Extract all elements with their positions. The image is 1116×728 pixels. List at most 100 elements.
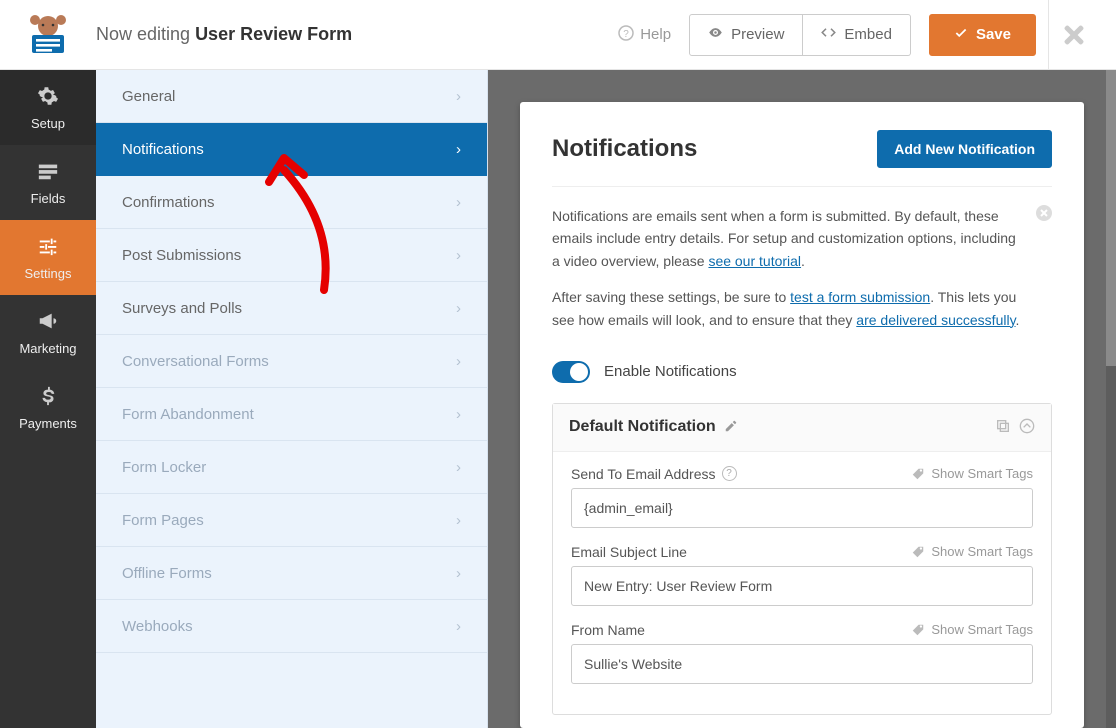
subject-label-row: Email Subject Line Show Smart Tags — [571, 544, 1033, 560]
settings-item-notifications[interactable]: Notifications› — [96, 123, 487, 176]
close-icon — [1063, 24, 1085, 46]
settings-item-label: Conversational Forms — [122, 353, 269, 370]
tutorial-link[interactable]: see our tutorial — [708, 253, 801, 269]
notification-card-header: Default Notification — [553, 404, 1051, 452]
settings-item-label: Form Locker — [122, 459, 206, 476]
settings-item-post_submissions[interactable]: Post Submissions › — [96, 229, 487, 282]
from-name-field: From Name Show Smart Tags — [571, 622, 1033, 684]
panel-title: Notifications — [552, 135, 697, 163]
settings-item-surveys_polls[interactable]: Surveys and Polls › — [96, 282, 487, 335]
preview-embed-group: Preview Embed — [689, 14, 911, 56]
settings-item-label: General — [122, 88, 175, 105]
left-rail: Setup Fields Settings Marketing Payments — [0, 70, 96, 728]
save-button[interactable]: Save — [929, 14, 1036, 56]
settings-item-abandonment[interactable]: Form Abandonment › — [96, 388, 487, 441]
form-title: User Review Form — [195, 24, 352, 44]
canvas-scrollbar[interactable] — [1106, 70, 1116, 728]
top-bar: Now editing User Review Form ? Help Prev… — [0, 0, 1116, 70]
chevron-right-icon: › — [456, 247, 461, 264]
enable-notifications-toggle[interactable] — [552, 361, 590, 383]
chevron-right-icon: › — [456, 406, 461, 423]
smart-tags-subject[interactable]: Show Smart Tags — [911, 544, 1033, 559]
from-name-input[interactable] — [571, 644, 1033, 684]
test-submission-link[interactable]: test a form submission — [790, 289, 930, 305]
send-to-input[interactable] — [571, 488, 1033, 528]
dismiss-description-button[interactable] — [1036, 205, 1052, 227]
close-icon — [1036, 205, 1052, 221]
settings-item-label: Post Submissions — [122, 247, 241, 264]
smart-tags-from-name[interactable]: Show Smart Tags — [911, 622, 1033, 637]
subject-field: Email Subject Line Show Smart Tags — [571, 544, 1033, 606]
settings-item-label: Form Pages — [122, 512, 204, 529]
settings-item-label: Notifications — [122, 141, 204, 158]
rail-settings[interactable]: Settings — [0, 220, 96, 295]
add-new-notification-button[interactable]: Add New Notification — [877, 130, 1052, 168]
help-icon: ? — [618, 25, 634, 45]
rail-settings-label: Settings — [25, 266, 72, 281]
tag-icon — [911, 467, 925, 481]
settings-item-offline[interactable]: Offline Forms› — [96, 547, 487, 600]
close-builder-button[interactable] — [1048, 0, 1098, 70]
tag-icon — [911, 623, 925, 637]
scrollbar-thumb[interactable] — [1106, 70, 1116, 366]
notifications-panel: Notifications Add New Notification Notif… — [520, 102, 1084, 728]
chevron-right-icon: › — [456, 512, 461, 529]
rail-marketing-label: Marketing — [19, 341, 76, 356]
svg-text:?: ? — [623, 29, 629, 40]
chevron-right-icon: › — [456, 565, 461, 582]
settings-submenu: General›Notifications›Confirmations›Post… — [96, 70, 488, 728]
settings-item-confirmations[interactable]: Confirmations› — [96, 176, 487, 229]
code-icon — [821, 25, 836, 44]
eye-icon — [708, 25, 723, 44]
smart-tags-send-to[interactable]: Show Smart Tags — [911, 466, 1033, 481]
help-tooltip-icon[interactable]: ? — [722, 466, 737, 481]
tag-icon — [911, 545, 925, 559]
rail-setup[interactable]: Setup — [0, 70, 96, 145]
panel-description: Notifications are emails sent when a for… — [552, 187, 1052, 349]
settings-item-pages[interactable]: Form Pages › — [96, 494, 487, 547]
help-link[interactable]: ? Help — [618, 25, 671, 45]
clone-notification-button[interactable] — [995, 418, 1011, 437]
rail-payments[interactable]: Payments — [0, 370, 96, 445]
settings-item-label: Webhooks — [122, 618, 193, 635]
form-name: Now editing User Review Form — [96, 24, 618, 45]
collapse-notification-button[interactable] — [1019, 418, 1035, 437]
chevron-right-icon: › — [456, 88, 461, 105]
enable-notifications-label: Enable Notifications — [604, 363, 737, 380]
builder-body: Setup Fields Settings Marketing Payments… — [0, 70, 1116, 728]
chevron-right-icon: › — [456, 194, 461, 211]
subject-input[interactable] — [571, 566, 1033, 606]
send-to-label: Send To Email Address ? — [571, 466, 737, 482]
editing-prefix: Now editing — [96, 24, 195, 44]
preview-button[interactable]: Preview — [689, 14, 803, 56]
settings-item-label: Surveys and Polls — [122, 300, 242, 317]
from-name-label: From Name — [571, 622, 645, 638]
rail-fields-label: Fields — [31, 191, 66, 206]
embed-button[interactable]: Embed — [803, 14, 911, 56]
preview-canvas: Notifications Add New Notification Notif… — [488, 70, 1116, 728]
chevron-right-icon: › — [456, 300, 461, 317]
rail-setup-label: Setup — [31, 116, 65, 131]
edit-title-button[interactable] — [716, 419, 738, 436]
dollar-icon — [37, 385, 59, 410]
rail-fields[interactable]: Fields — [0, 145, 96, 220]
desc-after: After saving these settings, be sure to — [552, 289, 790, 305]
delivered-link[interactable]: are delivered successfully — [856, 312, 1015, 328]
chevron-right-icon: › — [456, 353, 461, 370]
rail-payments-label: Payments — [19, 416, 77, 431]
settings-item-webhooks[interactable]: Webhooks › — [96, 600, 487, 653]
send-to-field: Send To Email Address ? Show Smart Tags — [571, 466, 1033, 528]
bullhorn-icon — [37, 310, 59, 335]
settings-item-general[interactable]: General › — [96, 70, 487, 123]
check-icon — [954, 26, 968, 44]
settings-item-label: Form Abandonment — [122, 406, 254, 423]
notification-tools — [995, 418, 1035, 437]
panel-header: Notifications Add New Notification — [552, 130, 1052, 187]
settings-item-locker[interactable]: Form Locker› — [96, 441, 487, 494]
sliders-icon — [37, 235, 59, 260]
notification-body: Send To Email Address ? Show Smart Tags — [553, 452, 1051, 714]
chevron-right-icon: › — [456, 618, 461, 635]
rail-marketing[interactable]: Marketing — [0, 295, 96, 370]
send-to-label-row: Send To Email Address ? Show Smart Tags — [571, 466, 1033, 482]
settings-item-conversational[interactable]: Conversational Forms › — [96, 335, 487, 388]
